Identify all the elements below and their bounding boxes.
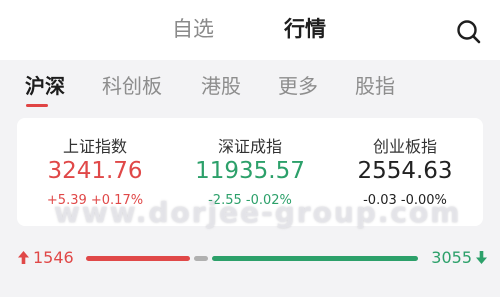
sub-tab-more[interactable]: 更多 — [278, 72, 318, 100]
tab-market[interactable]: 行情 — [284, 14, 326, 44]
sub-tab-hk-stocks[interactable]: 港股 — [201, 72, 241, 100]
top-header: 自选 行情 — [0, 0, 500, 60]
breadth-bar-down — [212, 256, 418, 261]
tab-watchlist[interactable]: 自选 — [172, 14, 214, 44]
breadth-bar-up — [86, 256, 190, 261]
index-value: 2554.63 — [357, 158, 453, 184]
search-button[interactable] — [456, 19, 482, 45]
decliners-count: 3055 — [431, 248, 472, 267]
arrow-down-icon — [476, 251, 487, 264]
advancers-count: 1546 — [33, 248, 74, 267]
market-sub-tabs: 沪深 科创板 港股 更多 股指 — [0, 60, 500, 114]
watermark: www.dorjee-group.com — [54, 196, 462, 229]
sub-tab-stock-index[interactable]: 股指 — [355, 72, 395, 100]
advancers: 1546 — [17, 248, 74, 267]
active-tab-indicator — [26, 104, 48, 107]
index-value: 3241.76 — [47, 158, 143, 184]
market-breadth: 1546 3055 — [0, 240, 500, 280]
index-name: 上证指数 — [62, 137, 127, 156]
index-value: 11935.57 — [195, 158, 305, 184]
sub-tab-star-market[interactable]: 科创板 — [102, 72, 162, 100]
arrow-up-icon — [18, 251, 29, 264]
breadth-bar — [86, 256, 418, 261]
search-icon — [457, 20, 481, 44]
breadth-bar-flat — [194, 256, 208, 261]
decliners: 3055 — [431, 248, 488, 267]
index-name: 深证成指 — [217, 137, 282, 156]
sub-tab-shanghai-shenzhen[interactable]: 沪深 — [25, 72, 65, 100]
index-name: 创业板指 — [372, 137, 437, 156]
